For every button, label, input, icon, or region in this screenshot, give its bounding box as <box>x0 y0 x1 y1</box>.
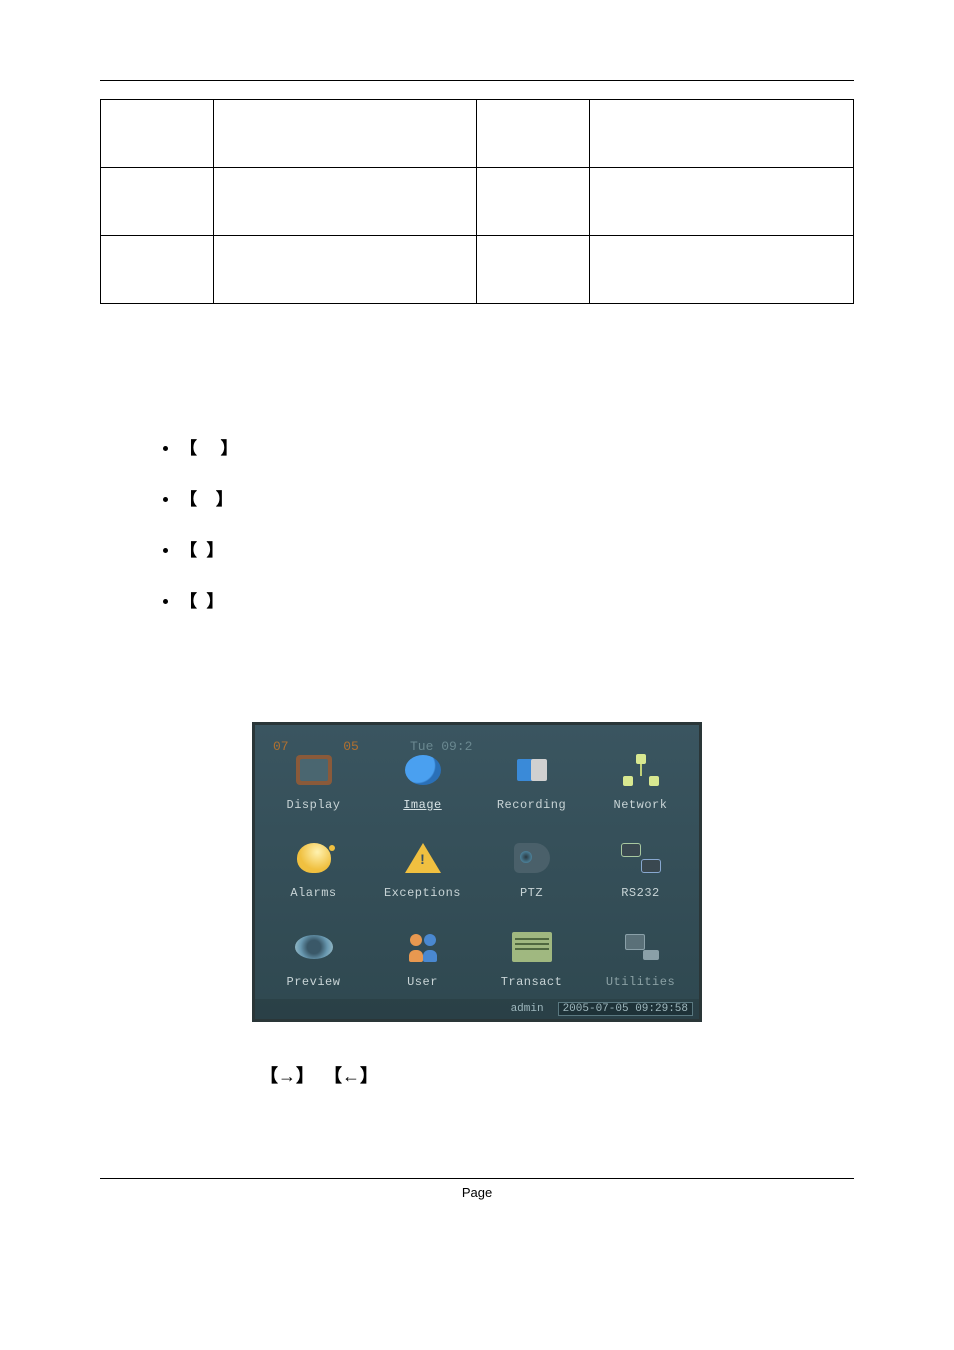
menu-label: Alarms <box>290 886 336 900</box>
menu-item-preview[interactable]: Preview <box>259 910 368 999</box>
menu-label: RS232 <box>621 886 660 900</box>
menu-label: Network <box>614 798 668 812</box>
footer-page-label: Page <box>100 1185 854 1200</box>
bullet-list: 【 】 【 】 【 】 【 】 <box>180 434 854 612</box>
close-bracket: 】 <box>296 1066 314 1086</box>
footer-rule <box>100 1178 854 1179</box>
close-bracket: 】 <box>360 1066 378 1086</box>
network-icon <box>619 750 663 790</box>
menu-item-user[interactable]: User <box>368 910 477 999</box>
display-icon <box>292 750 336 790</box>
table-cell <box>477 168 590 236</box>
menu-grid: Display Image Recording Network Alarms E… <box>255 725 699 999</box>
close-bracket: 】 <box>206 587 223 612</box>
menu-label: User <box>407 975 438 989</box>
empty-table <box>100 99 854 304</box>
recording-icon <box>510 750 554 790</box>
open-bracket: 【 <box>180 536 197 561</box>
menu-item-utilities[interactable]: Utilities <box>586 910 695 999</box>
transact-icon <box>510 927 554 967</box>
menu-item-alarms[interactable]: Alarms <box>259 822 368 911</box>
table-row <box>101 236 854 304</box>
header-rule <box>100 80 854 81</box>
menu-item-transact[interactable]: Transact <box>477 910 586 999</box>
alarms-icon <box>292 838 336 878</box>
close-bracket: 】 <box>221 434 238 459</box>
image-icon <box>401 750 445 790</box>
status-user: admin <box>511 1003 544 1015</box>
open-bracket: 【 <box>324 1066 342 1086</box>
table-cell <box>213 168 477 236</box>
menu-item-ptz[interactable]: PTZ <box>477 822 586 911</box>
menu-label: Image <box>403 798 442 812</box>
list-item: 【 】 <box>180 536 854 561</box>
arrow-left-icon: ← <box>342 1066 360 1086</box>
table-cell <box>590 100 854 168</box>
open-bracket: 【 <box>260 1066 278 1086</box>
menu-item-exceptions[interactable]: Exceptions <box>368 822 477 911</box>
table-cell <box>590 168 854 236</box>
document-page: 【 】 【 】 【 】 【 】 07 05 Tue 09:2 Display I… <box>0 0 954 1350</box>
table-cell <box>590 236 854 304</box>
open-bracket: 【 <box>180 485 197 510</box>
list-item: 【 】 <box>180 434 854 459</box>
rs232-icon <box>619 838 663 878</box>
close-bracket: 】 <box>206 536 223 561</box>
overlay-date-mid: Tue 09:2 <box>410 739 472 754</box>
table-row <box>101 168 854 236</box>
arrow-right-icon: → <box>278 1066 296 1086</box>
close-bracket: 】 <box>216 485 233 510</box>
status-timestamp: 2005-07-05 09:29:58 <box>558 1002 693 1016</box>
overlay-date-num: 05 <box>343 739 359 754</box>
open-bracket: 【 <box>180 587 197 612</box>
table-cell <box>101 168 214 236</box>
menu-item-network[interactable]: Network <box>586 733 695 822</box>
menu-item-rs232[interactable]: RS232 <box>586 822 695 911</box>
table-cell <box>213 236 477 304</box>
menu-label: Exceptions <box>384 886 461 900</box>
user-icon <box>401 927 445 967</box>
menu-label: Display <box>287 798 341 812</box>
arrow-brackets-line: 【→】 【←】 <box>260 1062 854 1088</box>
table-cell <box>101 236 214 304</box>
menu-label: Preview <box>287 975 341 989</box>
list-item: 【 】 <box>180 485 854 510</box>
table-cell <box>477 236 590 304</box>
open-bracket: 【 <box>180 434 197 459</box>
list-item: 【 】 <box>180 587 854 612</box>
table-cell <box>101 100 214 168</box>
menu-label: Recording <box>497 798 566 812</box>
preview-icon <box>292 927 336 967</box>
table-cell <box>477 100 590 168</box>
menu-label: Transact <box>501 975 563 989</box>
dvr-main-menu: 07 05 Tue 09:2 Display Image Recording N… <box>252 722 702 1022</box>
utilities-icon <box>619 927 663 967</box>
menu-label: PTZ <box>520 886 543 900</box>
ptz-icon <box>510 838 554 878</box>
menu-label: Utilities <box>606 975 675 989</box>
table-row <box>101 100 854 168</box>
overlay-date-left: 07 05 <box>273 739 359 754</box>
table-cell <box>213 100 477 168</box>
menu-item-recording[interactable]: Recording <box>477 733 586 822</box>
status-bar: admin 2005-07-05 09:29:58 <box>255 999 699 1019</box>
overlay-date-num: 07 <box>273 739 289 754</box>
exceptions-icon <box>401 838 445 878</box>
